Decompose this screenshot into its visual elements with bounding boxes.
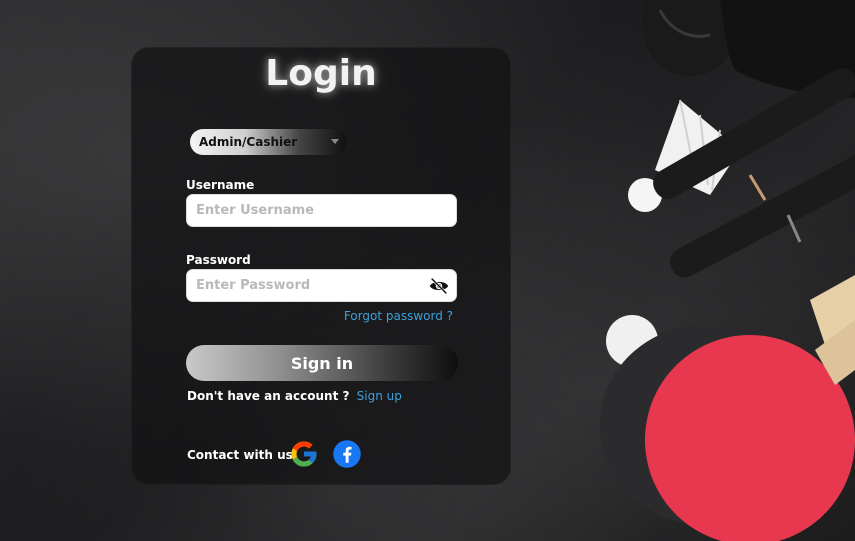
username-label: Username bbox=[186, 178, 255, 192]
sign-in-button[interactable]: Sign in bbox=[186, 345, 458, 381]
password-field-wrapper bbox=[186, 269, 457, 302]
forgot-password-link[interactable]: Forgot password ? bbox=[344, 309, 453, 323]
racket-grips-image bbox=[653, 68, 855, 278]
password-label: Password bbox=[186, 253, 251, 267]
username-input[interactable] bbox=[187, 195, 456, 226]
eye-off-icon[interactable] bbox=[428, 276, 450, 296]
google-icon[interactable] bbox=[289, 439, 319, 469]
contact-text: Contact with us bbox=[187, 448, 293, 462]
facebook-icon[interactable] bbox=[332, 439, 362, 469]
signup-prompt: Don't have an account ? Sign up bbox=[187, 389, 402, 403]
chevron-down-icon bbox=[331, 139, 339, 144]
username-field-wrapper bbox=[186, 194, 457, 227]
no-account-text: Don't have an account ? bbox=[187, 389, 350, 403]
role-select-value: Admin/Cashier bbox=[199, 135, 298, 149]
login-card: Login Admin/Cashier Username Password Fo… bbox=[131, 47, 511, 485]
page-title: Login bbox=[265, 53, 377, 94]
sign-up-link[interactable]: Sign up bbox=[357, 389, 402, 403]
role-select[interactable]: Admin/Cashier bbox=[190, 129, 346, 155]
sports-equipment-illustration bbox=[600, 0, 855, 541]
password-input[interactable] bbox=[187, 270, 456, 301]
ping-pong-paddles-image bbox=[600, 275, 855, 541]
